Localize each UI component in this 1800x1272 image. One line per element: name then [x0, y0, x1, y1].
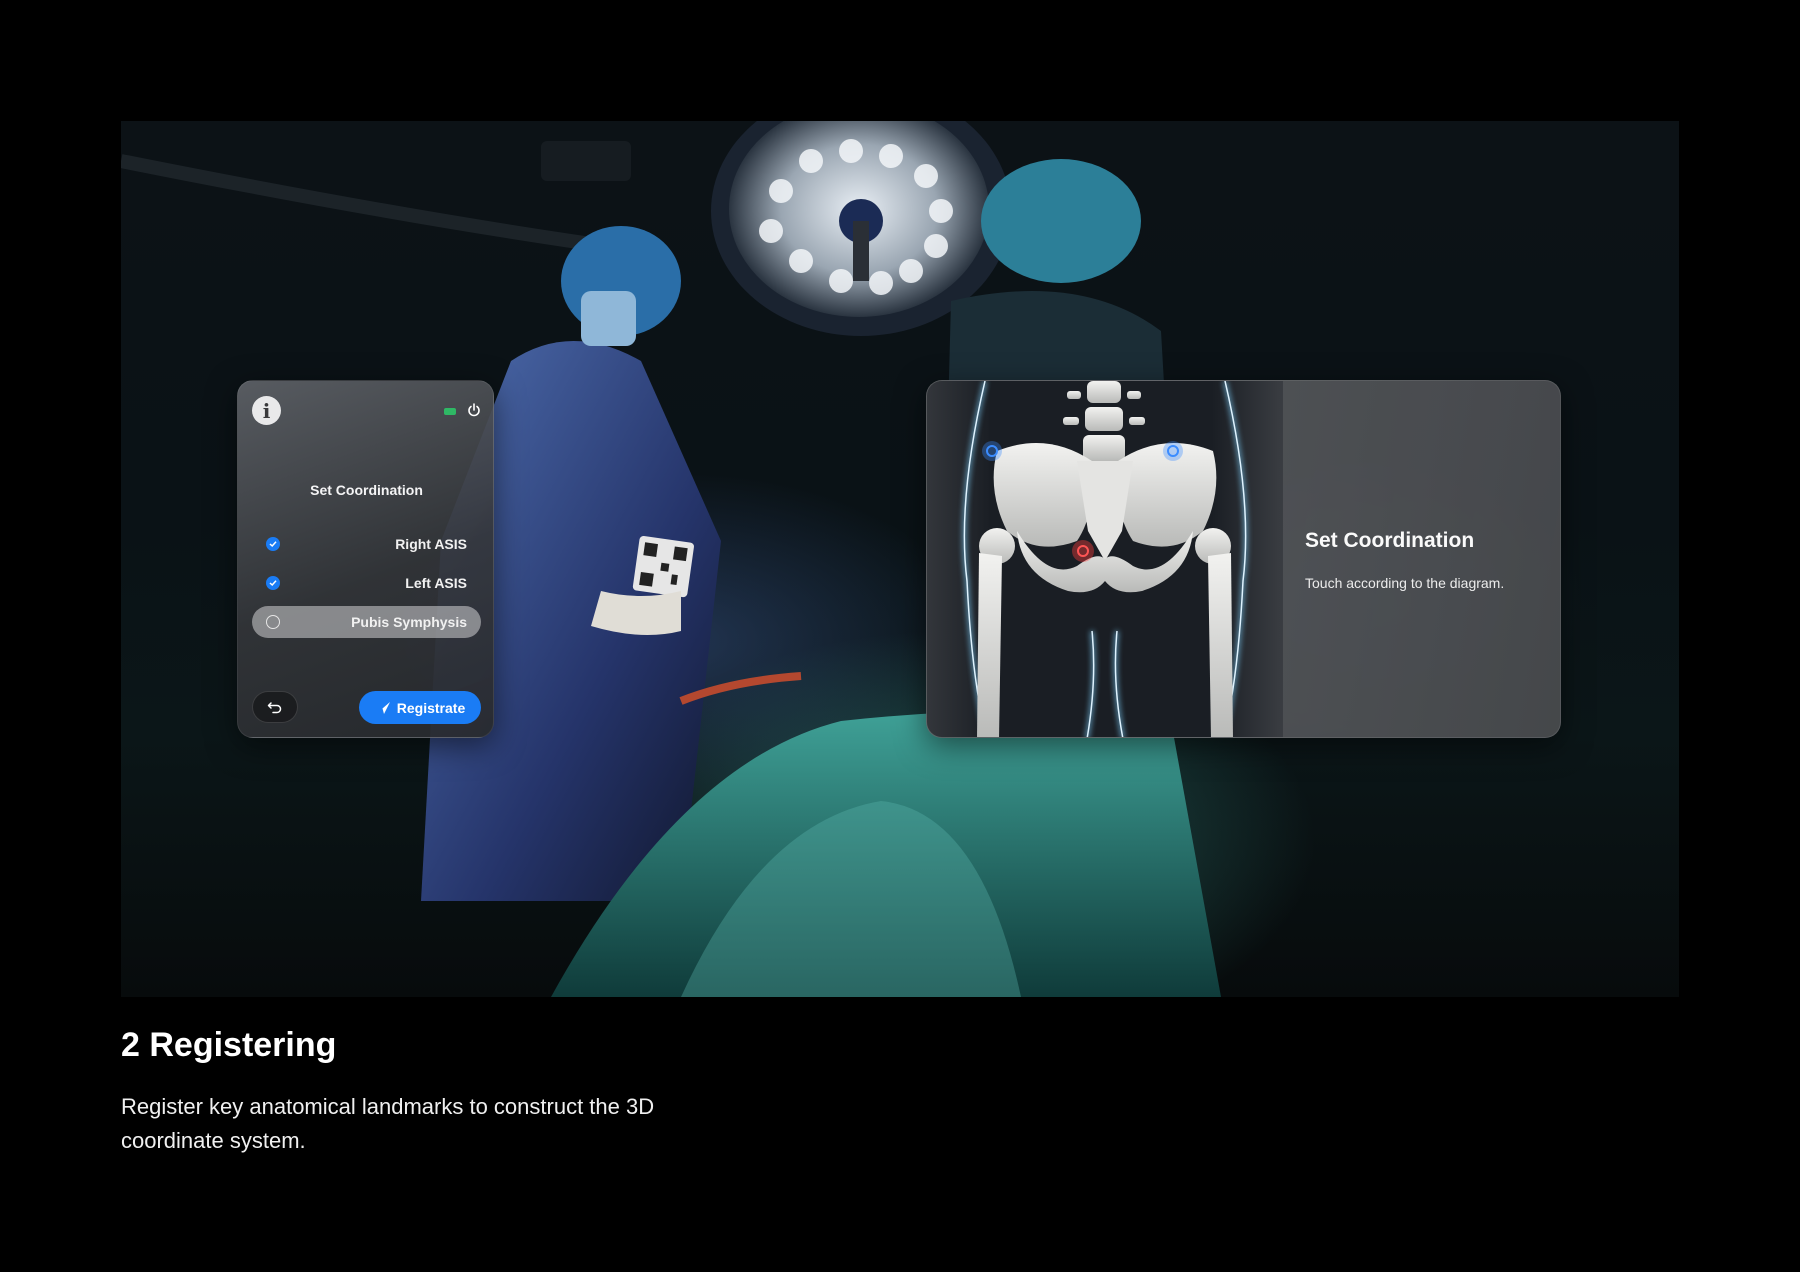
landmark-label: Right ASIS [395, 536, 467, 552]
panel-title: Set Coordination [310, 482, 423, 498]
battery-icon [444, 408, 456, 415]
diagram-instruction: Touch according to the diagram. [1305, 575, 1505, 591]
info-icon[interactable]: i [252, 396, 281, 425]
navigation-arrow-icon [375, 701, 390, 714]
section-description: Register key anatomical landmarks to con… [121, 1094, 655, 1153]
page: i Set Coordination Right ASIS Left ASIS … [0, 0, 1800, 1272]
landmark-item-left-asis[interactable]: Left ASIS [252, 567, 481, 599]
registrate-label: Registrate [396, 699, 466, 716]
checked-icon [266, 537, 280, 551]
pelvis-diagram [927, 381, 1283, 737]
landmark-label: Pubis Symphysis [351, 614, 467, 630]
section-title: 2 Registering [121, 1026, 337, 1064]
back-button[interactable] [252, 691, 298, 723]
pelvis-illustration [962, 381, 1248, 737]
diagram-title: Set Coordination [1305, 529, 1475, 552]
checked-icon [266, 576, 280, 590]
coordination-diagram-panel: Set Coordination Touch according to the … [926, 380, 1561, 738]
registrate-button[interactable]: Registrate [359, 691, 481, 724]
power-icon[interactable] [467, 403, 481, 417]
landmark-item-right-asis[interactable]: Right ASIS [252, 528, 481, 560]
undo-icon [267, 702, 282, 714]
landmark-item-pubis-symphysis[interactable]: Pubis Symphysis [252, 606, 481, 638]
landmark-label: Left ASIS [405, 575, 467, 591]
unchecked-circle-icon [266, 615, 280, 629]
registration-panel: i Set Coordination Right ASIS Left ASIS … [237, 380, 494, 738]
